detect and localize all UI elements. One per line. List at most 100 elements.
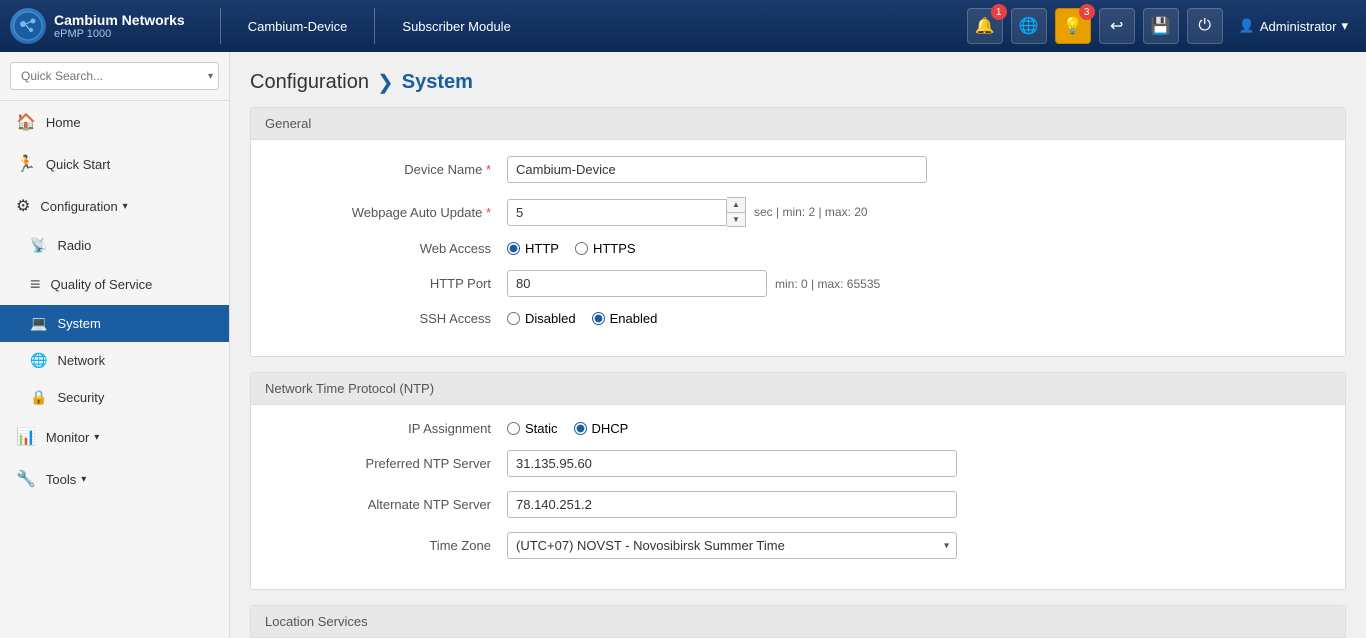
webpage-auto-update-input[interactable] — [507, 199, 727, 226]
logo: Cambium Networks ePMP 1000 — [10, 8, 185, 44]
sidebar-item-monitor[interactable]: 📊 Monitor ▾ — [0, 416, 229, 458]
power-button[interactable]: ⏻ — [1187, 8, 1223, 44]
power-icon: ⏻ — [1198, 17, 1211, 35]
sidebar-item-radio[interactable]: 📡 Radio — [0, 227, 229, 264]
sidebar-item-tools[interactable]: 🔧 Tools ▾ — [0, 458, 229, 500]
sidebar-item-security[interactable]: 🔒 Security — [0, 379, 229, 416]
device-name-row: Device Name * — [271, 156, 1325, 183]
webpage-auto-update-spinner: ▲ ▼ — [727, 197, 746, 227]
breadcrumb-current: System — [402, 71, 473, 94]
brand-text: Cambium Networks ePMP 1000 — [54, 12, 185, 40]
sidebar-item-qos-label: Quality of Service — [51, 277, 153, 292]
ssh-access-label: SSH Access — [271, 311, 491, 326]
bell-badge: 1 — [991, 4, 1007, 20]
search-input[interactable] — [10, 62, 219, 90]
user-label: Administrator — [1260, 19, 1337, 34]
qos-icon: ≡ — [30, 274, 41, 295]
sidebar-item-radio-label: Radio — [57, 238, 91, 253]
ssh-enabled-label: Enabled — [610, 311, 658, 326]
globe-button[interactable]: 🌐 — [1011, 8, 1047, 44]
bell-button[interactable]: 🔔 1 — [967, 8, 1003, 44]
monitor-arrow-icon: ▾ — [94, 432, 99, 443]
sidebar-item-home[interactable]: 🏠 Home — [0, 101, 229, 143]
device-name-input[interactable] — [507, 156, 927, 183]
nav-divider-1 — [220, 8, 221, 44]
webpage-auto-update-label: Webpage Auto Update * — [271, 205, 491, 220]
web-access-https-radio[interactable] — [575, 242, 588, 255]
general-card-header: General — [251, 108, 1345, 140]
preferred-ntp-row: Preferred NTP Server — [271, 450, 1325, 477]
sidebar-item-system[interactable]: 💻 System — [0, 305, 229, 342]
bulb-icon: 💡 — [1063, 16, 1083, 36]
sidebar-item-configuration[interactable]: ⚙ Configuration ▾ — [0, 185, 229, 227]
sidebar-item-network[interactable]: 🌐 Network — [0, 342, 229, 379]
ip-static-radio[interactable] — [507, 422, 520, 435]
breadcrumb-separator: ❯ — [377, 70, 394, 95]
configuration-arrow-icon: ▾ — [123, 201, 128, 212]
globe-icon: 🌐 — [1019, 16, 1039, 36]
ssh-access-radio-group: Disabled Enabled — [507, 311, 657, 326]
bell-icon: 🔔 — [975, 16, 995, 36]
sidebar-item-security-label: Security — [57, 390, 104, 405]
layout: ▾ 🏠 Home 🏃 Quick Start ⚙ Configuration ▾… — [0, 52, 1366, 638]
spinner-down-icon[interactable]: ▼ — [727, 213, 745, 227]
webpage-auto-update-input-wrap: ▲ ▼ sec | min: 2 | max: 20 — [507, 197, 868, 227]
ssh-enabled-option[interactable]: Enabled — [592, 311, 658, 326]
network-icon: 🌐 — [30, 352, 47, 369]
quickstart-icon: 🏃 — [16, 154, 36, 174]
security-icon: 🔒 — [30, 389, 47, 406]
sidebar-item-qos[interactable]: ≡ Quality of Service — [0, 264, 229, 305]
bulb-button[interactable]: 💡 3 — [1055, 8, 1091, 44]
ip-dhcp-radio[interactable] — [574, 422, 587, 435]
tools-icon: 🔧 — [16, 469, 36, 489]
device-name-label: Device Name * — [271, 162, 491, 177]
user-dropdown-icon: ▾ — [1341, 18, 1348, 34]
ssh-disabled-option[interactable]: Disabled — [507, 311, 576, 326]
configuration-icon: ⚙ — [16, 196, 30, 216]
radio-icon: 📡 — [30, 237, 47, 254]
save-button[interactable]: 💾 — [1143, 8, 1179, 44]
nav-link-device[interactable]: Cambium-Device — [236, 14, 360, 39]
ip-dhcp-option[interactable]: DHCP — [574, 421, 629, 436]
sidebar-item-quickstart[interactable]: 🏃 Quick Start — [0, 143, 229, 185]
http-port-input[interactable] — [507, 270, 767, 297]
location-card: Location Services Device Latitude degree… — [250, 605, 1346, 638]
webpage-auto-update-hint: sec | min: 2 | max: 20 — [754, 205, 868, 219]
sidebar-item-tools-label: Tools — [46, 472, 76, 487]
location-title: Location Services — [265, 614, 368, 629]
breadcrumb: Configuration ❯ System — [230, 52, 1366, 107]
nav-link-subscriber[interactable]: Subscriber Module — [390, 14, 522, 39]
undo-button[interactable]: ↩ — [1099, 8, 1135, 44]
general-card-body: Device Name * Webpage Auto Update * ▲ — [251, 140, 1345, 356]
time-zone-select[interactable]: (UTC+07) NOVST - Novosibirsk Summer Time — [507, 532, 957, 559]
logo-icon — [10, 8, 46, 44]
system-icon: 💻 — [30, 315, 47, 332]
tools-arrow-icon: ▾ — [81, 474, 86, 485]
location-card-header: Location Services — [251, 606, 1345, 638]
sidebar-item-monitor-label: Monitor — [46, 430, 89, 445]
web-access-http-option[interactable]: HTTP — [507, 241, 559, 256]
time-zone-select-wrap: (UTC+07) NOVST - Novosibirsk Summer Time… — [507, 532, 957, 559]
ssh-enabled-radio[interactable] — [592, 312, 605, 325]
web-access-https-option[interactable]: HTTPS — [575, 241, 636, 256]
general-title: General — [265, 116, 311, 131]
ntp-card-body: IP Assignment Static DHCP Pref — [251, 405, 1345, 589]
web-access-http-label: HTTP — [525, 241, 559, 256]
alternate-ntp-input[interactable] — [507, 491, 957, 518]
ssh-disabled-radio[interactable] — [507, 312, 520, 325]
user-menu[interactable]: 👤 Administrator ▾ — [1231, 13, 1356, 39]
http-port-label: HTTP Port — [271, 276, 491, 291]
save-icon: 💾 — [1151, 16, 1171, 36]
web-access-http-radio[interactable] — [507, 242, 520, 255]
sidebar-item-configuration-label: Configuration — [40, 199, 117, 214]
ssh-disabled-label: Disabled — [525, 311, 576, 326]
webpage-auto-update-row: Webpage Auto Update * ▲ ▼ sec | min: 2 |… — [271, 197, 1325, 227]
web-access-row: Web Access HTTP HTTPS — [271, 241, 1325, 256]
bulb-badge: 3 — [1079, 4, 1095, 20]
nav-divider-2 — [374, 8, 375, 44]
ip-static-option[interactable]: Static — [507, 421, 558, 436]
preferred-ntp-input[interactable] — [507, 450, 957, 477]
web-access-label: Web Access — [271, 241, 491, 256]
monitor-icon: 📊 — [16, 427, 36, 447]
spinner-up-icon[interactable]: ▲ — [727, 198, 745, 213]
